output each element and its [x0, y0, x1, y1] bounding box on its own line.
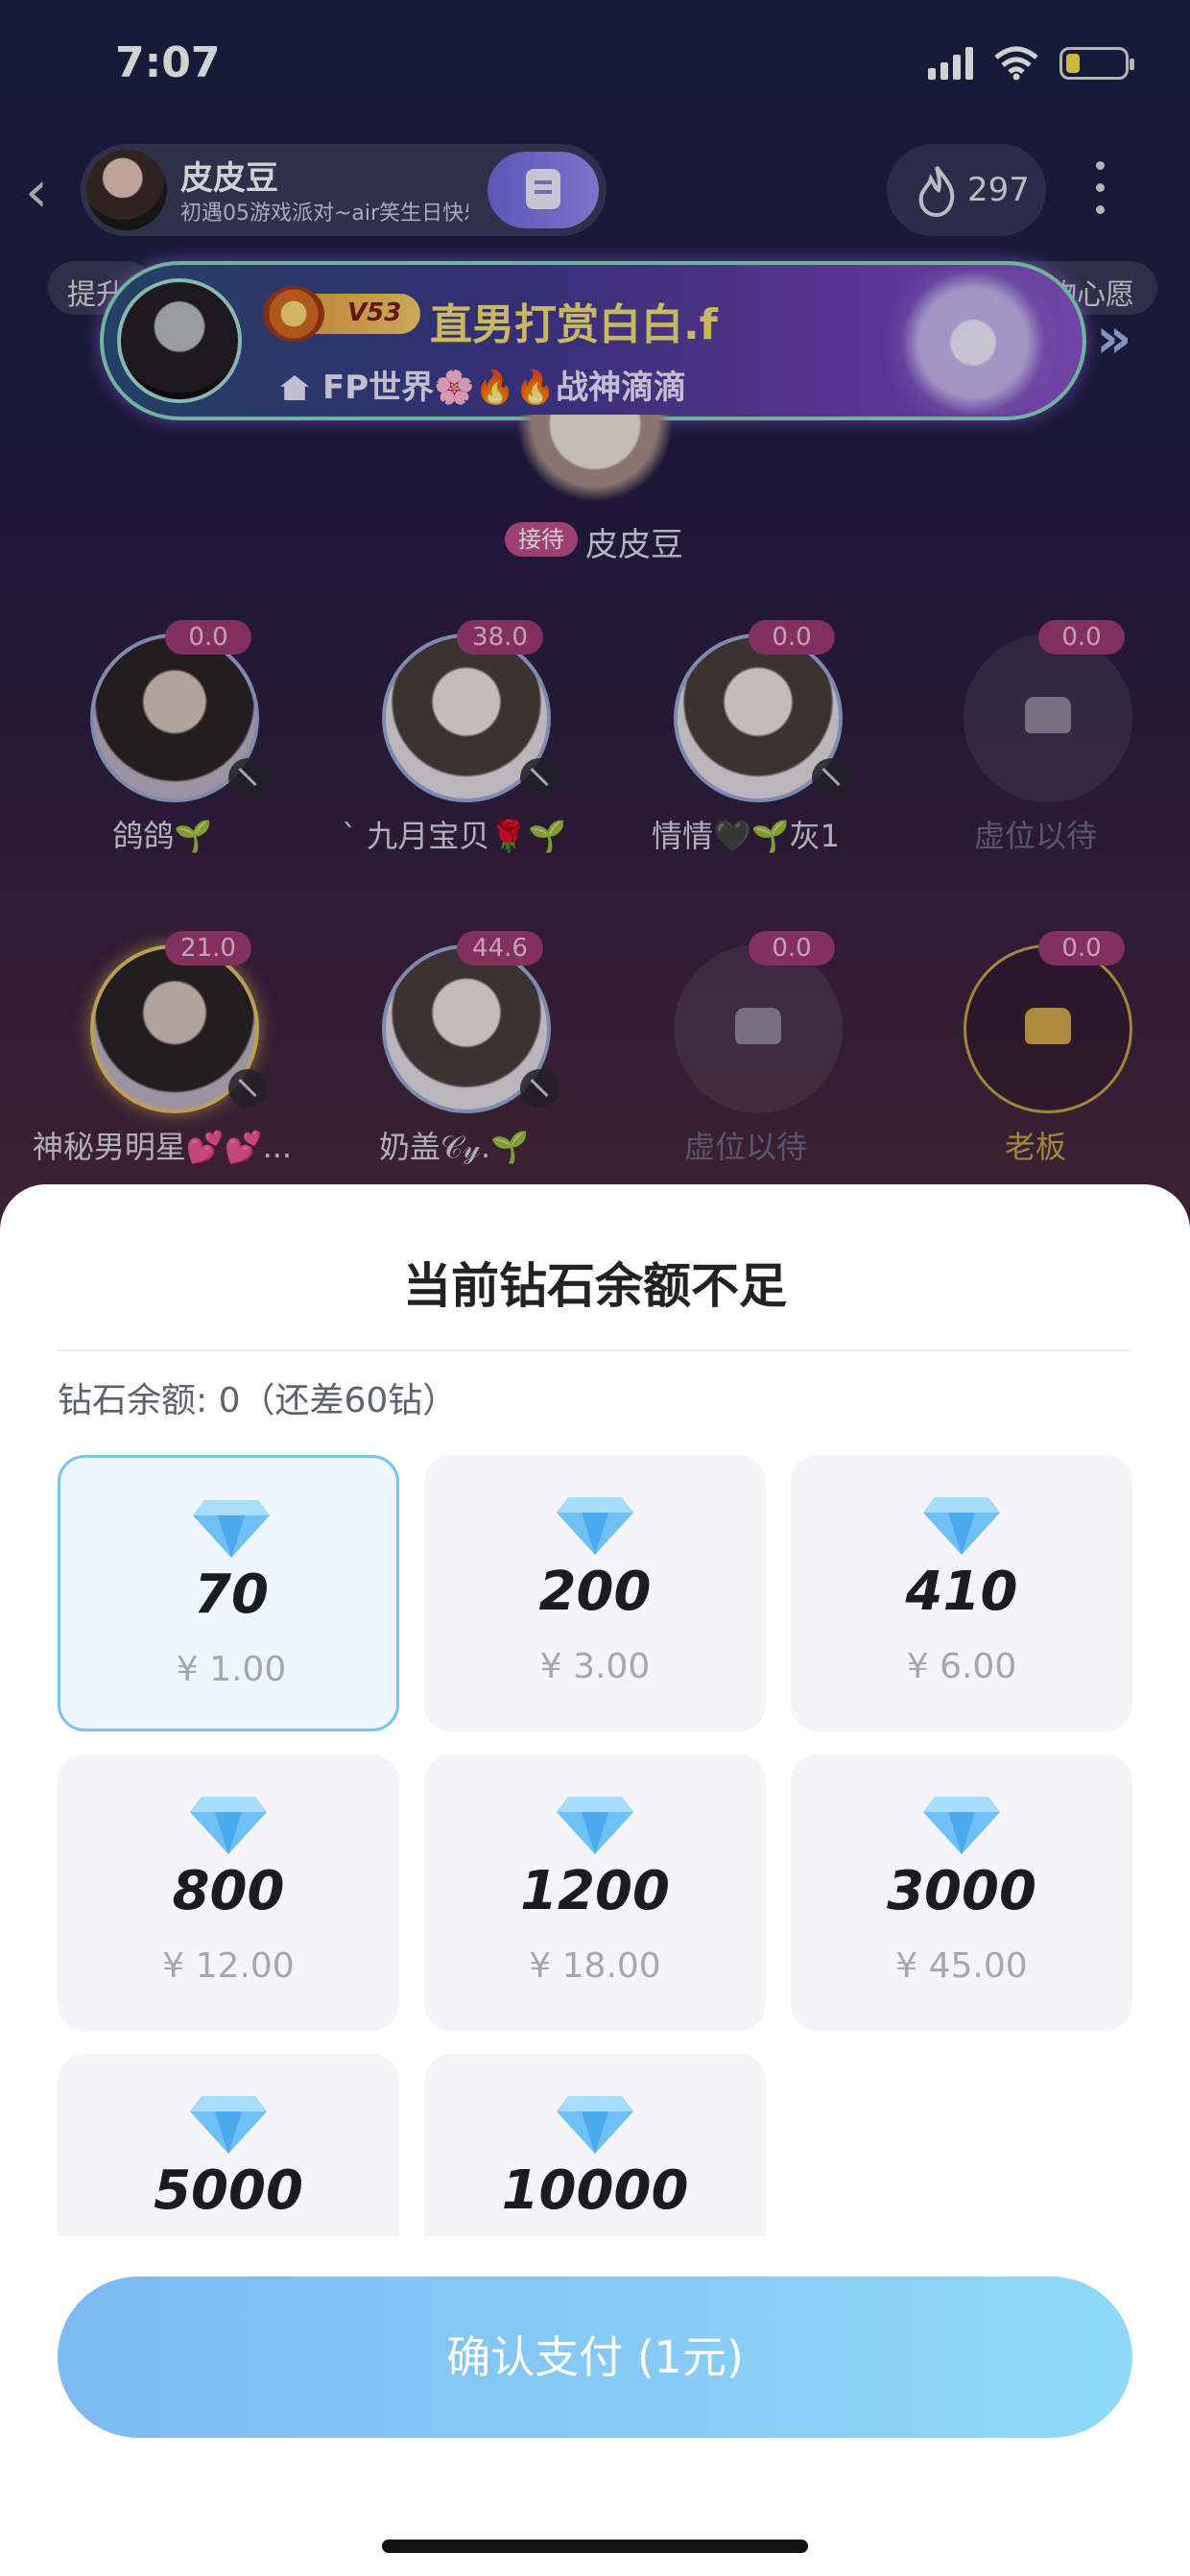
package-amount: 800: [172, 1860, 285, 1922]
confirm-pay-button[interactable]: 确认支付 (1元): [58, 2277, 1132, 2438]
package-amount: 3000: [887, 1860, 1036, 1922]
divider: [58, 1349, 1130, 1351]
package-amount: 5000: [154, 2159, 303, 2222]
package-amount: 200: [538, 1561, 652, 1623]
package-price: ¥ 45.00: [895, 1946, 1028, 1986]
balance-text: 钻石余额: 0（还差60钻）: [58, 1381, 458, 1420]
package-amount: 410: [905, 1561, 1018, 1623]
modal-overlay[interactable]: [0, 0, 1190, 1228]
diamond-icon: [923, 1797, 1000, 1854]
diamond-icon: [193, 1500, 270, 1558]
diamond-icon: [923, 1497, 1000, 1555]
diamond-icon: [557, 2096, 633, 2154]
sheet-title: 当前钻石余额不足: [403, 1258, 787, 1314]
package-price: ¥ 1.00: [176, 1650, 287, 1689]
package-card[interactable]: 200 ¥ 3.00: [424, 1455, 766, 1731]
package-card[interactable]: 70 ¥ 1.00: [58, 1455, 399, 1731]
package-card[interactable]: 410 ¥ 6.00: [791, 1455, 1132, 1731]
diamond-icon: [190, 1797, 267, 1854]
package-price: ¥ 12.00: [162, 1946, 295, 1986]
package-price: ¥ 6.00: [906, 1647, 1017, 1686]
package-amount: 70: [194, 1563, 269, 1626]
package-amount: 10000: [501, 2159, 689, 2222]
diamond-icon: [190, 2096, 267, 2154]
diamond-icon: [557, 1497, 633, 1555]
diamond-icon: [557, 1797, 633, 1854]
home-indicator[interactable]: [382, 2540, 808, 2553]
package-amount: 1200: [520, 1860, 670, 1922]
package-card[interactable]: 3000 ¥ 45.00: [791, 1754, 1132, 2031]
package-card[interactable]: 1200 ¥ 18.00: [424, 1754, 766, 2031]
package-card[interactable]: 10000: [424, 2054, 766, 2236]
package-grid: 70 ¥ 1.00 200 ¥ 3.00 410 ¥ 6.00 800 ¥ 12…: [58, 1455, 1132, 2236]
package-card[interactable]: 800 ¥ 12.00: [58, 1754, 399, 2031]
package-price: ¥ 18.00: [529, 1946, 661, 1986]
package-price: ¥ 3.00: [539, 1647, 651, 1686]
package-card[interactable]: 5000: [58, 2054, 399, 2236]
